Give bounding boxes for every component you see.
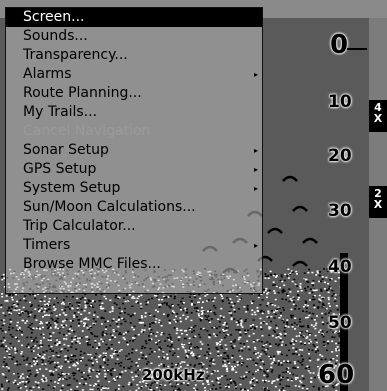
menu-item-label: Transparency...: [23, 47, 128, 63]
depth-label-0: 0: [330, 30, 349, 60]
menu-item-trip-calculator[interactable]: Trip Calculator...: [6, 217, 262, 236]
depth-label-40: 40: [328, 257, 352, 277]
menu-item-cancel-navigation: Cancel Navigation: [6, 122, 262, 141]
menu-item-gps-setup[interactable]: GPS Setup ▸: [6, 160, 262, 179]
menu-item-sounds[interactable]: Sounds...: [6, 27, 262, 46]
menu-item-transparency[interactable]: Transparency...: [6, 46, 262, 65]
depth-label-20: 20: [328, 146, 352, 166]
depth-label-60: 60: [318, 360, 355, 390]
sonar-screen: 4X 2X 0 10 20 30 40 50 60 200kHz Screen.…: [0, 0, 387, 391]
menu-item-system-setup[interactable]: System Setup ▸: [6, 179, 262, 198]
zoom-bar: 4X 2X: [369, 18, 387, 391]
menu-item-label: My Trails...: [23, 104, 98, 120]
zoom-marker-2x: 2X: [369, 186, 387, 218]
menu-item-label: Sonar Setup: [23, 142, 109, 158]
menu-item-label: Alarms: [23, 66, 72, 82]
submenu-arrow-icon: ▸: [253, 146, 258, 155]
menu-item-timers[interactable]: Timers ▸: [6, 236, 262, 255]
submenu-arrow-icon: ▸: [253, 165, 258, 174]
menu-item-label: GPS Setup: [23, 161, 97, 177]
menu-item-sun-moon-calculations[interactable]: Sun/Moon Calculations...: [6, 198, 262, 217]
menu-item-screen[interactable]: Screen...: [6, 8, 262, 27]
menu-item-alarms[interactable]: Alarms ▸: [6, 65, 262, 84]
main-menu: Screen... Sounds... Transparency... Alarms ▸…: [5, 7, 263, 294]
zoom-marker-4x: 4X: [369, 100, 387, 132]
menu-item-label: Browse MMC Files...: [23, 256, 161, 272]
depth-label-10: 10: [328, 92, 352, 112]
submenu-arrow-icon: ▸: [253, 241, 258, 250]
menu-item-label: Route Planning...: [23, 85, 142, 101]
menu-item-label: Cancel Navigation: [23, 123, 151, 139]
submenu-arrow-icon: ▸: [253, 184, 258, 193]
depth-label-30: 30: [328, 201, 352, 221]
depth-label-50: 50: [328, 313, 352, 333]
depth-tick: [347, 48, 367, 50]
menu-item-route-planning[interactable]: Route Planning...: [6, 84, 262, 103]
menu-item-label: Timers: [23, 237, 71, 253]
menu-item-label: System Setup: [23, 180, 121, 196]
menu-item-browse-mmc-files[interactable]: Browse MMC Files...: [6, 255, 262, 274]
menu-item-my-trails[interactable]: My Trails...: [6, 103, 262, 122]
menu-item-label: Trip Calculator...: [23, 218, 136, 234]
menu-item-sonar-setup[interactable]: Sonar Setup ▸: [6, 141, 262, 160]
menu-item-label: Sun/Moon Calculations...: [23, 199, 196, 215]
menu-item-label: Screen...: [23, 9, 85, 25]
submenu-arrow-icon: ▸: [253, 70, 258, 79]
frequency-label: 200kHz: [142, 366, 205, 384]
menu-item-label: Sounds...: [23, 28, 88, 44]
